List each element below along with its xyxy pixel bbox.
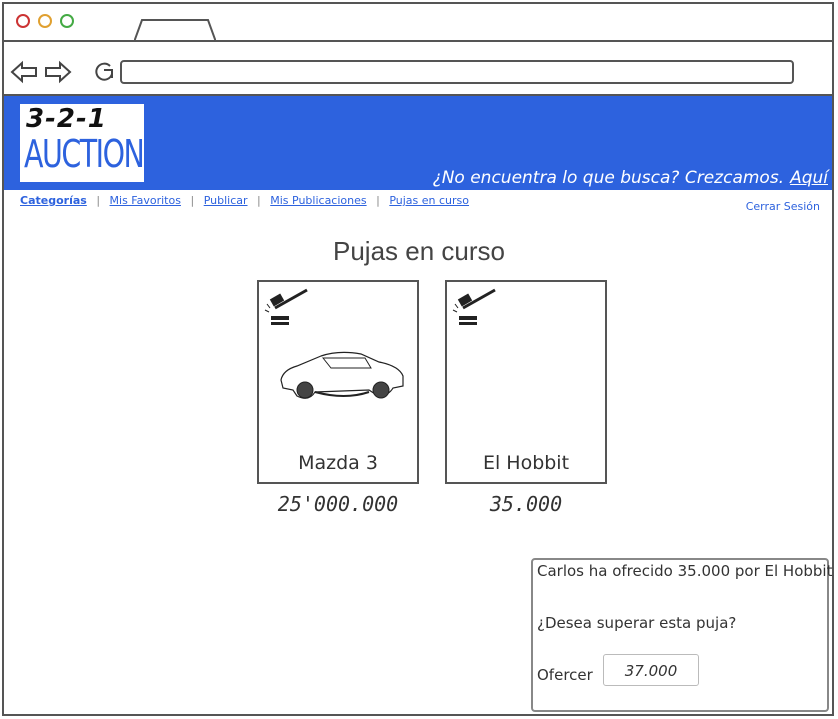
title-bar [4,4,832,42]
tagline: ¿No encuentra lo que busca? Crezcamos. Aq… [433,168,828,188]
menu-separator: | [376,194,380,207]
url-input[interactable] [120,60,794,84]
offer-input[interactable]: 37.000 [603,654,699,686]
offer-label: Ofercer [537,666,593,684]
main-menu: Categorías | Mis Favoritos | Publicar | … [14,194,475,207]
auction-price: 25'000.000 [277,492,399,516]
notification-message: Carlos ha ofrecido 35.000 por El Hobbit [537,562,833,580]
page-title: Pujas en curso [333,236,505,266]
site-logo[interactable]: 3-2-1 AUCTION [20,104,145,182]
car-image [280,351,404,399]
gavel-icon [264,288,308,325]
maximize-dot[interactable] [60,14,74,28]
menu-item-mis-publicaciones[interactable]: Mis Publicaciones [270,194,366,207]
outbid-notification: Carlos ha ofrecido 35.000 por El Hobbit … [531,558,833,712]
logo-top-text: 3-2-1 [26,104,107,134]
tagline-link[interactable]: Aquí [790,168,828,188]
forward-arrow-icon[interactable] [44,60,72,84]
auction-name: Mazda 3 [298,452,378,474]
minimize-dot[interactable] [38,14,52,28]
auction-card[interactable]: Mazda 3 [257,280,419,484]
auction-price: 35.000 [489,492,563,516]
back-arrow-icon[interactable] [10,60,38,84]
reload-icon[interactable] [90,60,118,84]
menu-item-publicar[interactable]: Publicar [204,194,248,207]
site-banner: 3-2-1 AUCTION ¿No encuentra lo que busca… [4,96,832,190]
menu-item-mis-favoritos[interactable]: Mis Favoritos [110,194,181,207]
menu-separator: | [190,194,195,207]
menu-item-categorias[interactable]: Categorías [20,194,87,207]
tagline-text: ¿No encuentra lo que busca? Crezcamos. [432,168,785,188]
notification-question: ¿Desea superar esta puja? [537,614,737,632]
auction-card[interactable]: El Hobbit [445,280,607,484]
menu-separator: | [257,194,261,207]
auction-name: El Hobbit [482,452,570,474]
navigation-bar [4,42,832,96]
menu-separator: | [96,194,101,207]
logout-link[interactable]: Cerrar Sesión [746,200,820,213]
close-dot[interactable] [16,14,30,28]
menu-item-pujas-en-curso[interactable]: Pujas en curso [389,194,469,207]
logo-bottom-text: AUCTION [24,132,145,176]
gavel-icon [452,288,496,325]
browser-tab[interactable] [134,18,216,42]
